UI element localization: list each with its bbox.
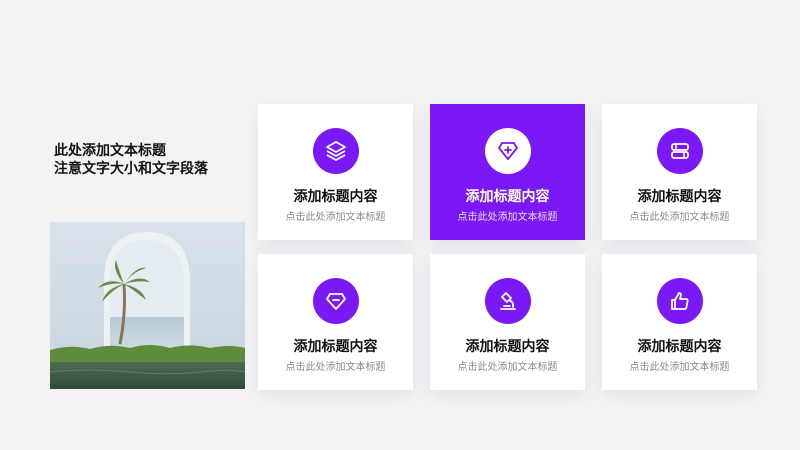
feature-card-2[interactable]: 添加标题内容 点击此处添加文本标题 bbox=[430, 104, 585, 240]
feature-card-1[interactable]: 添加标题内容 点击此处添加文本标题 bbox=[258, 104, 413, 240]
feature-card-3[interactable]: 添加标题内容 点击此处添加文本标题 bbox=[602, 104, 757, 240]
card-subtitle: 点击此处添加文本标题 bbox=[285, 212, 386, 223]
icon-circle bbox=[312, 278, 359, 324]
card-title: 添加标题内容 bbox=[465, 339, 550, 355]
heading-line-1: 此处添加文本标题 bbox=[54, 143, 166, 159]
feature-card-4[interactable]: 添加标题内容 点击此处添加文本标题 bbox=[258, 254, 413, 390]
feature-card-5[interactable]: 添加标题内容 点击此处添加文本标题 bbox=[430, 254, 585, 390]
card-subtitle: 点击此处添加文本标题 bbox=[629, 212, 730, 223]
icon-circle bbox=[312, 128, 359, 174]
card-title: 添加标题内容 bbox=[293, 339, 378, 355]
stacked-books-icon bbox=[670, 143, 689, 159]
card-subtitle: 点击此处添加文本标题 bbox=[457, 212, 558, 223]
card-title: 添加标题内容 bbox=[637, 189, 722, 205]
heading-text: 此处添加文本标题 注意文字大小和文字段落 bbox=[54, 142, 208, 178]
card-title: 添加标题内容 bbox=[465, 189, 550, 205]
icon-circle bbox=[484, 128, 531, 174]
microscope-icon bbox=[499, 292, 516, 310]
card-title: 添加标题内容 bbox=[637, 339, 722, 355]
card-subtitle: 点击此处添加文本标题 bbox=[285, 362, 386, 373]
gem-icon bbox=[325, 293, 346, 310]
card-subtitle: 点击此处添加文本标题 bbox=[629, 362, 730, 373]
heading-line-2: 注意文字大小和文字段落 bbox=[54, 161, 208, 177]
icon-circle bbox=[656, 278, 703, 324]
icon-circle bbox=[656, 128, 703, 174]
card-subtitle: 点击此处添加文本标题 bbox=[457, 362, 558, 373]
card-title: 添加标题内容 bbox=[293, 189, 378, 205]
arch-palm-photo bbox=[50, 222, 245, 389]
icon-circle bbox=[484, 278, 531, 324]
feature-card-6[interactable]: 添加标题内容 点击此处添加文本标题 bbox=[602, 254, 757, 390]
thumbs-up-icon bbox=[670, 292, 689, 310]
layers-icon bbox=[325, 141, 346, 161]
diamond-plus-icon bbox=[497, 142, 518, 160]
